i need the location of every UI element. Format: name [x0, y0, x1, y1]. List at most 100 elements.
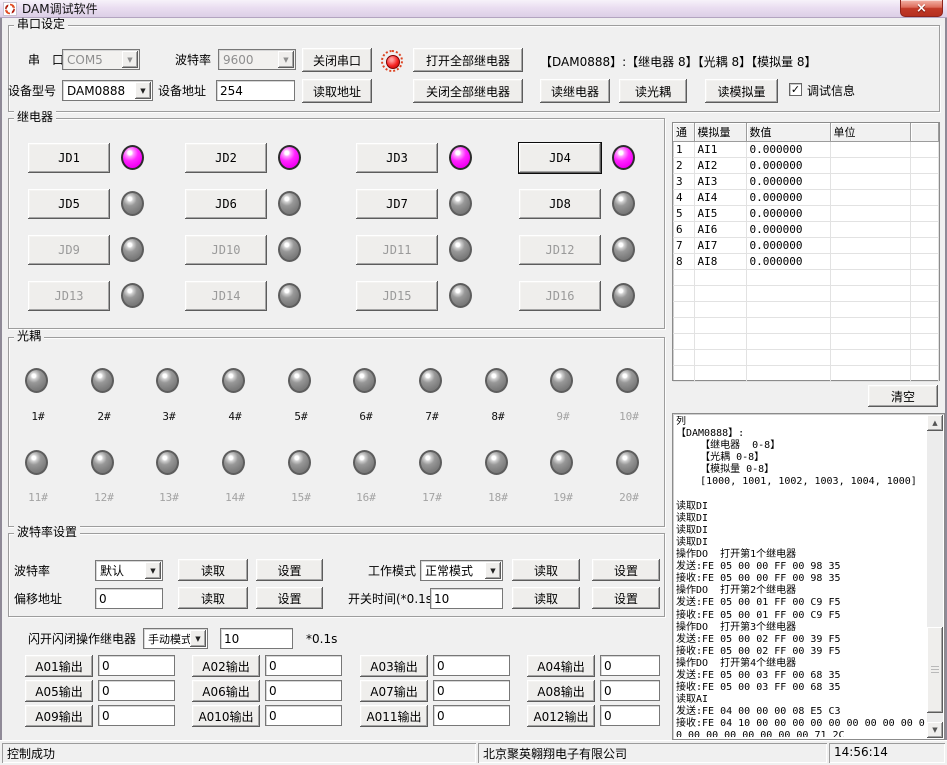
relay-button-jd8[interactable]: JD8 — [519, 189, 601, 219]
baud-set-combobox[interactable]: 默认 ▼ — [95, 560, 163, 581]
work-mode-combobox[interactable]: 正常模式 ▼ — [420, 560, 503, 581]
table-cell — [830, 173, 910, 189]
table-row-ai2[interactable]: 2AI20.000000 — [673, 157, 939, 173]
table-row-empty[interactable] — [673, 365, 939, 381]
baud-read-button[interactable]: 读取 — [178, 559, 248, 581]
chevron-down-icon[interactable]: ▼ — [190, 630, 206, 647]
table-cell — [746, 365, 830, 381]
output-input-1[interactable] — [98, 655, 175, 676]
chevron-down-icon[interactable]: ▼ — [278, 51, 294, 68]
read-opto-button[interactable]: 读光耦 — [619, 79, 687, 103]
read-address-button[interactable]: 读取地址 — [302, 79, 372, 103]
close-button[interactable]: × — [900, 0, 943, 17]
chevron-down-icon[interactable]: ▼ — [145, 562, 161, 579]
output-input-8[interactable] — [600, 680, 660, 701]
relay-button-jd6[interactable]: JD6 — [185, 189, 267, 219]
baudrate-combobox[interactable]: 9600 ▼ — [218, 49, 296, 70]
relay-button-jd5[interactable]: JD5 — [28, 189, 110, 219]
output-button-a04[interactable]: A04输出 — [527, 655, 595, 677]
relay-indicator-3 — [449, 145, 472, 170]
output-input-9[interactable] — [98, 705, 175, 726]
table-row-ai3[interactable]: 3AI30.000000 — [673, 173, 939, 189]
output-button-a012[interactable]: A012输出 — [527, 705, 595, 727]
chevron-down-icon[interactable]: ▼ — [122, 51, 138, 68]
work-mode-read-button[interactable]: 读取 — [512, 559, 580, 581]
switch-time-read-button[interactable]: 读取 — [512, 587, 580, 609]
output-input-2[interactable] — [265, 655, 342, 676]
offset-address-input[interactable] — [95, 588, 163, 609]
offset-set-button[interactable]: 设置 — [256, 587, 323, 609]
output-button-a09[interactable]: A09输出 — [25, 705, 93, 727]
output-input-7[interactable] — [433, 680, 510, 701]
col-header-unit[interactable]: 单位 — [830, 123, 910, 141]
table-row-ai4[interactable]: 4AI40.000000 — [673, 189, 939, 205]
model-combobox[interactable]: DAM0888 ▼ — [62, 80, 153, 101]
relay-button-jd7[interactable]: JD7 — [356, 189, 438, 219]
offset-address-label: 偏移地址 — [14, 592, 62, 606]
read-analog-button[interactable]: 读模拟量 — [705, 79, 778, 103]
table-row-empty[interactable] — [673, 269, 939, 285]
scrollbar-thumb[interactable] — [927, 627, 943, 713]
read-relay-button[interactable]: 读继电器 — [540, 79, 610, 103]
baud-set-button[interactable]: 设置 — [256, 559, 323, 581]
output-input-5[interactable] — [98, 680, 175, 701]
col-header-channel[interactable]: 通 — [673, 123, 694, 141]
clear-log-button[interactable]: 清空 — [868, 385, 938, 407]
relay-indicator-13 — [121, 283, 144, 308]
device-address-input[interactable] — [216, 80, 295, 101]
output-button-a07[interactable]: A07输出 — [360, 680, 428, 702]
output-button-a02[interactable]: A02输出 — [192, 655, 260, 677]
table-row-empty[interactable] — [673, 301, 939, 317]
table-row-ai5[interactable]: 5AI50.000000 — [673, 205, 939, 221]
table-row-empty[interactable] — [673, 285, 939, 301]
output-input-6[interactable] — [265, 680, 342, 701]
col-header-value[interactable]: 数值 — [746, 123, 830, 141]
col-header-analog[interactable]: 模拟量 — [694, 123, 746, 141]
chevron-down-icon[interactable]: ▼ — [135, 82, 151, 99]
table-row-ai7[interactable]: 7AI70.000000 — [673, 237, 939, 253]
relay-button-jd3[interactable]: JD3 — [356, 143, 438, 173]
flash-time-input[interactable] — [220, 628, 293, 649]
debug-info-checkbox[interactable]: ✓ — [789, 83, 802, 96]
offset-read-button[interactable]: 读取 — [178, 587, 248, 609]
close-all-relays-button[interactable]: 关闭全部继电器 — [413, 79, 523, 103]
chevron-down-icon[interactable]: ▼ — [485, 562, 501, 579]
table-row-empty[interactable] — [673, 349, 939, 365]
log-panel[interactable]: 列 【DAM0888】: 【继电器 0-8】 【光耦 0-8】 【模拟量 0-8… — [672, 413, 945, 740]
output-button-a010[interactable]: A010输出 — [192, 705, 260, 727]
table-row-ai1[interactable]: 1AI10.000000 — [673, 141, 939, 157]
output-input-10[interactable] — [265, 705, 342, 726]
output-button-a05[interactable]: A05输出 — [25, 680, 93, 702]
scroll-down-icon[interactable]: ▼ — [927, 722, 943, 738]
table-row-ai6[interactable]: 6AI60.000000 — [673, 221, 939, 237]
relay-button-jd4[interactable]: JD4 — [519, 143, 601, 173]
output-button-a06[interactable]: A06输出 — [192, 680, 260, 702]
output-input-4[interactable] — [600, 655, 660, 676]
switch-time-input[interactable] — [430, 588, 503, 609]
output-button-a01[interactable]: A01输出 — [25, 655, 93, 677]
relay-button-jd2[interactable]: JD2 — [185, 143, 267, 173]
table-cell — [910, 173, 939, 189]
close-serial-button[interactable]: 关闭串口 — [302, 48, 372, 72]
switch-time-set-button[interactable]: 设置 — [592, 587, 660, 609]
output-input-12[interactable] — [600, 705, 660, 726]
relay-button-jd1[interactable]: JD1 — [28, 143, 110, 173]
title-bar[interactable]: DAM调试软件 × — [0, 0, 947, 18]
table-row-empty[interactable] — [673, 317, 939, 333]
output-input-3[interactable] — [433, 655, 510, 676]
relay-indicator-4 — [612, 145, 635, 170]
scroll-up-icon[interactable]: ▲ — [927, 415, 943, 431]
output-button-a03[interactable]: A03输出 — [360, 655, 428, 677]
output-button-a011[interactable]: A011输出 — [360, 705, 428, 727]
port-combobox[interactable]: COM5 ▼ — [62, 49, 140, 70]
open-all-relays-button[interactable]: 打开全部继电器 — [413, 48, 523, 72]
work-mode-set-button[interactable]: 设置 — [592, 559, 660, 581]
table-row-ai8[interactable]: 8AI80.000000 — [673, 253, 939, 269]
opto-label-20: 20# — [609, 491, 649, 504]
table-cell: 0.000000 — [746, 173, 830, 189]
flash-mode-combobox[interactable]: 手动模式 ▼ — [143, 628, 208, 649]
output-input-11[interactable] — [433, 705, 510, 726]
output-button-a08[interactable]: A08输出 — [527, 680, 595, 702]
table-row-empty[interactable] — [673, 333, 939, 349]
log-scrollbar[interactable]: ▲ ▼ — [927, 415, 943, 738]
